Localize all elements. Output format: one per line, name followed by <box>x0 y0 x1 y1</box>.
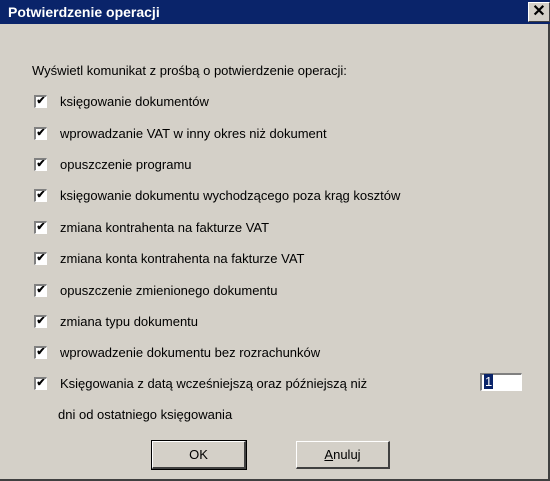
option-opuszczenie-programu[interactable]: ✔ opuszczenie programu <box>34 155 192 173</box>
option-label: opuszczenie zmienionego dokumentu <box>60 282 278 298</box>
option-label: zmiana kontrahenta na fakturze VAT <box>60 219 270 235</box>
confirm-operations-dialog: Potwierdzenie operacji ✕ Wyświetl komuni… <box>0 0 550 481</box>
checkbox[interactable]: ✔ <box>34 345 47 359</box>
window-title: Potwierdzenie operacji <box>8 4 160 20</box>
option-zmiana-konta-kontrahenta[interactable]: ✔ zmiana konta kontrahenta na fakturze V… <box>34 249 305 267</box>
checkbox[interactable]: ✔ <box>34 157 47 171</box>
title-bar[interactable]: Potwierdzenie operacji ✕ <box>0 0 550 24</box>
option-label: wprowadzanie VAT w inny okres niż dokume… <box>60 125 327 141</box>
days-value: 1 <box>484 374 494 389</box>
cancel-button[interactable]: Anuluj <box>296 441 390 469</box>
cancel-label-rest: nuluj <box>333 447 361 462</box>
option-opuszczenie-zmienionego[interactable]: ✔ opuszczenie zmienionego dokumentu <box>34 281 278 299</box>
option-bez-rozrachunkow[interactable]: ✔ wprowadzenie dokumentu bez rozrachunkó… <box>34 343 320 361</box>
option-zmiana-typu[interactable]: ✔ zmiana typu dokumentu <box>34 312 198 330</box>
checkbox[interactable]: ✔ <box>34 283 47 297</box>
close-icon[interactable]: ✕ <box>528 2 550 22</box>
option-label: księgowanie dokumentu wychodzącego poza … <box>60 187 401 203</box>
cancel-accelerator: A <box>324 447 334 462</box>
checkbox[interactable]: ✔ <box>34 314 47 328</box>
checkbox[interactable]: ✔ <box>34 94 47 108</box>
checkbox[interactable]: ✔ <box>34 376 47 390</box>
checkbox[interactable]: ✔ <box>34 126 47 140</box>
prompt-label: Wyświetl komunikat z prośbą o potwierdze… <box>32 63 347 78</box>
option-label: wprowadzenie dokumentu bez rozrachunków <box>60 344 321 360</box>
option-ksiegowania-z-data[interactable]: ✔ Księgowania z datą wcześniejszą oraz p… <box>34 374 367 392</box>
option-label: zmiana konta kontrahenta na fakturze VAT <box>60 250 305 266</box>
option-ksiegowanie-dokumentow[interactable]: ✔ księgowanie dokumentów <box>34 92 209 110</box>
option-label: księgowanie dokumentów <box>60 93 209 109</box>
checkbox[interactable]: ✔ <box>34 220 47 234</box>
ok-button[interactable]: OK <box>151 440 247 470</box>
checkbox[interactable]: ✔ <box>34 188 47 202</box>
option-label: opuszczenie programu <box>60 156 192 172</box>
days-input[interactable]: 1 <box>480 373 522 391</box>
option-poza-krag-kosztow[interactable]: ✔ księgowanie dokumentu wychodzącego poz… <box>34 186 400 204</box>
option-vat-inny-okres[interactable]: ✔ wprowadzanie VAT w inny okres niż doku… <box>34 124 327 142</box>
checkbox[interactable]: ✔ <box>34 251 47 265</box>
days-suffix-label: dni od ostatniego księgowania <box>58 407 233 422</box>
option-zmiana-kontrahenta[interactable]: ✔ zmiana kontrahenta na fakturze VAT <box>34 218 269 236</box>
option-label: zmiana typu dokumentu <box>60 313 199 329</box>
option-label: Księgowania z datą wcześniejszą oraz póź… <box>60 375 368 391</box>
